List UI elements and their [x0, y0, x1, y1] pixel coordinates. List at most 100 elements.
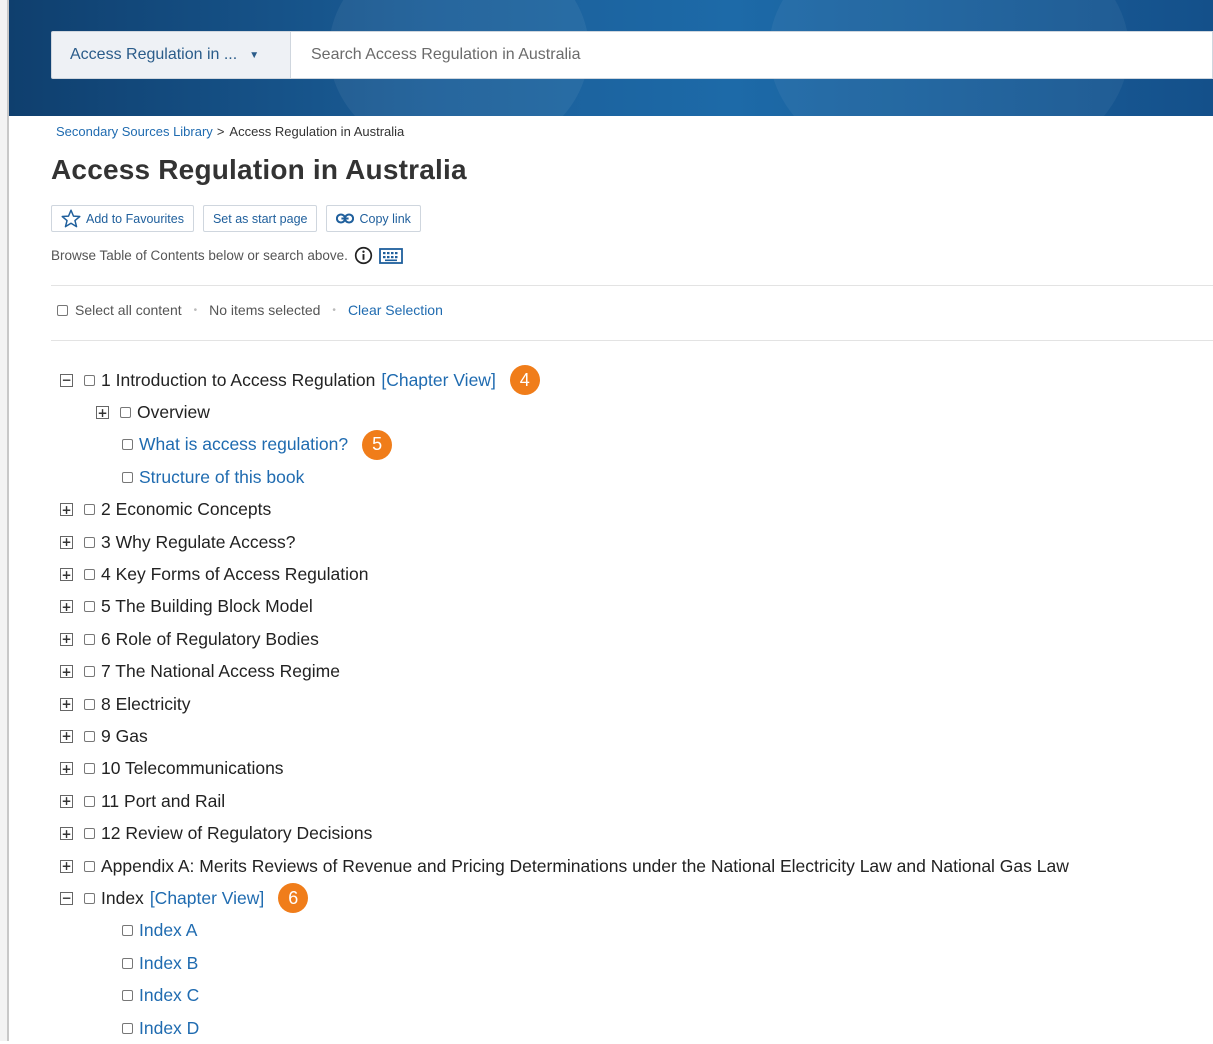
expand-icon[interactable]: + [96, 406, 109, 420]
toc-item-appendix-a: + Appendix A: Merits Reviews of Revenue … [60, 850, 1210, 882]
selection-bar: Select all content • No items selected •… [57, 302, 443, 318]
toc-checkbox[interactable] [122, 1022, 133, 1034]
callout-marker: 4 [509, 365, 540, 396]
toc-item-label: 7 The National Access Regime [101, 661, 340, 682]
toc-checkbox[interactable] [84, 504, 95, 516]
toc-item-link[interactable]: What is access regulation? [139, 434, 348, 455]
collapse-icon[interactable]: − [60, 891, 73, 905]
toc-checkbox[interactable] [84, 892, 95, 904]
toc-item-label: 12 Review of Regulatory Decisions [101, 823, 373, 844]
selection-status: No items selected [209, 302, 321, 318]
toc-checkbox[interactable] [84, 569, 95, 581]
toc-item-chapter-9: + 9 Gas [60, 720, 1210, 752]
toc-checkbox[interactable] [84, 536, 95, 548]
expand-icon[interactable]: + [60, 632, 73, 646]
breadcrumb-separator: > [216, 124, 225, 139]
toc-checkbox[interactable] [122, 925, 133, 937]
toc-item-chapter-8: + 8 Electricity [60, 688, 1210, 720]
toc-checkbox[interactable] [122, 990, 133, 1002]
toc-item-chapter-6: + 6 Role of Regulatory Bodies [60, 623, 1210, 655]
toc-checkbox[interactable] [84, 828, 95, 840]
toc-checkbox[interactable] [84, 795, 95, 807]
toc-item-overview: + Overview [60, 396, 1210, 428]
toc-item-chapter-12: + 12 Review of Regulatory Decisions [60, 817, 1210, 849]
expand-icon[interactable]: + [60, 503, 73, 517]
divider [51, 340, 1213, 341]
expand-icon[interactable]: + [60, 827, 73, 841]
breadcrumb: Secondary Sources Library > Access Regulat… [56, 124, 404, 139]
toc-item-link[interactable]: Index D [139, 1018, 199, 1039]
expand-icon[interactable]: + [60, 568, 73, 582]
toc-item-link[interactable]: Index A [139, 920, 197, 941]
search-scope-dropdown[interactable]: Access Regulation in ... ▼ [51, 31, 291, 79]
copy-link-button[interactable]: Copy link [326, 205, 421, 232]
caret-down-icon: ▼ [249, 49, 260, 61]
search-scope-label: Access Regulation in ... [70, 46, 238, 63]
toc-item-what-is-access-regulation: What is access regulation? 5 [60, 429, 1210, 461]
toc-item-link[interactable]: Index B [139, 953, 198, 974]
toc-checkbox[interactable] [84, 730, 95, 742]
toc-checkbox[interactable] [84, 860, 95, 872]
toc-item-chapter-4: + 4 Key Forms of Access Regulation [60, 558, 1210, 590]
expand-icon[interactable]: + [60, 762, 73, 776]
toc-item-index-a: Index A [60, 915, 1210, 947]
toc-checkbox[interactable] [84, 601, 95, 613]
toc-checkbox[interactable] [84, 374, 95, 386]
toc-item-index-c: Index C [60, 979, 1210, 1011]
clear-selection-link[interactable]: Clear Selection [348, 302, 443, 318]
toc-item-label: 6 Role of Regulatory Bodies [101, 628, 319, 649]
toc-item-label: 2 Economic Concepts [101, 499, 272, 520]
expand-icon[interactable]: + [60, 697, 73, 711]
toc-checkbox[interactable] [84, 763, 95, 775]
expand-icon[interactable]: + [60, 665, 73, 679]
toc-checkbox[interactable] [122, 439, 133, 451]
browse-hint: Browse Table of Contents below or search… [51, 246, 403, 265]
expand-icon[interactable]: + [60, 600, 73, 614]
page-title: Access Regulation in Australia [51, 154, 467, 185]
toc-item-index: − Index [Chapter View] 6 [60, 882, 1210, 914]
chapter-view-link[interactable]: [Chapter View] [381, 370, 495, 391]
expand-icon[interactable]: + [60, 859, 73, 873]
toc-checkbox[interactable] [84, 698, 95, 710]
star-icon [61, 209, 81, 228]
expand-icon[interactable]: + [60, 794, 73, 808]
callout-marker: 6 [278, 883, 309, 914]
toc-item-chapter-5: + 5 The Building Block Model [60, 591, 1210, 623]
toc-checkbox[interactable] [84, 633, 95, 645]
toc-checkbox[interactable] [122, 957, 133, 969]
toc-item-link[interactable]: Index C [139, 985, 199, 1006]
callout-marker: 5 [362, 429, 393, 460]
toc-item-label: Overview [137, 402, 210, 423]
set-start-page-label: Set as start page [212, 211, 308, 226]
action-toolbar: Add to Favourites Set as start page Copy… [51, 205, 421, 232]
set-start-page-button[interactable]: Set as start page [202, 205, 318, 232]
toc-item-label: 10 Telecommunications [101, 758, 284, 779]
breadcrumb-current: Access Regulation in Australia [229, 124, 405, 139]
toc-item-label: 11 Port and Rail [101, 790, 226, 811]
select-all-label[interactable]: Select all content [75, 302, 182, 318]
toc-item-chapter-1: − 1 Introduction to Access Regulation [C… [60, 364, 1210, 396]
toc-item-chapter-3: + 3 Why Regulate Access? [60, 526, 1210, 558]
toc-checkbox[interactable] [84, 666, 95, 678]
toc-checkbox[interactable] [122, 471, 133, 483]
info-icon[interactable] [354, 246, 373, 265]
separator-dot: • [193, 304, 198, 316]
expand-icon[interactable]: + [60, 535, 73, 549]
select-all-checkbox[interactable] [57, 304, 68, 316]
toc-item-label: 1 Introduction to Access Regulation [101, 369, 376, 390]
toc-item-index-d: Index D [60, 1012, 1210, 1044]
search-input[interactable] [309, 45, 1212, 65]
toc-item-chapter-7: + 7 The National Access Regime [60, 656, 1210, 688]
keyboard-icon[interactable] [379, 247, 403, 264]
toc-item-chapter-10: + 10 Telecommunications [60, 753, 1210, 785]
collapse-icon[interactable]: − [60, 373, 73, 387]
toc-item-link[interactable]: Structure of this book [139, 467, 304, 488]
add-to-favourites-button[interactable]: Add to Favourites [51, 205, 194, 232]
chapter-view-link[interactable]: [Chapter View] [150, 888, 264, 909]
expand-icon[interactable]: + [60, 729, 73, 743]
search-field[interactable] [291, 31, 1213, 79]
breadcrumb-library-link[interactable]: Secondary Sources Library [56, 124, 213, 139]
toc-checkbox[interactable] [120, 407, 131, 419]
add-to-favourites-label: Add to Favourites [86, 211, 184, 226]
toc-item-label: 4 Key Forms of Access Regulation [101, 564, 369, 585]
